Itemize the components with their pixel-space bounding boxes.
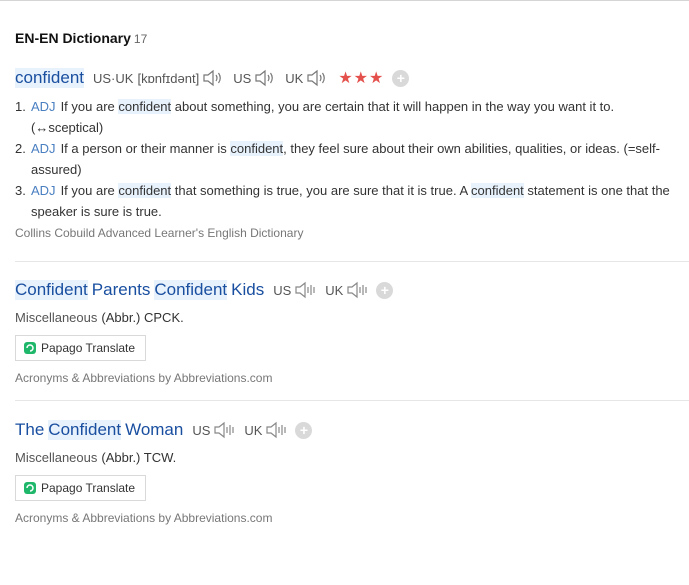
dictionary-source: Collins Cobuild Advanced Learner's Engli… xyxy=(15,226,304,240)
speaker-icon[interactable] xyxy=(265,421,287,439)
highlighted-word: confident xyxy=(230,141,284,156)
dictionary-source: Acronyms & Abbreviations by Abbreviation… xyxy=(15,371,273,385)
headword-link[interactable]: The Confident Woman xyxy=(15,420,183,440)
papago-wrapper: Papago Translate xyxy=(15,335,689,361)
headword-part: Kids xyxy=(231,280,265,299)
add-wordbook-button[interactable]: + xyxy=(392,69,410,87)
uk-label: UK xyxy=(325,282,344,298)
headword-text: confident xyxy=(15,68,84,88)
papago-label: Papago Translate xyxy=(41,341,136,355)
definition-text: If a person or their manner is xyxy=(60,141,231,156)
uk-label: UK xyxy=(285,70,304,86)
definition-text: If you are xyxy=(60,183,119,198)
entry-header: Confident Parents Confident Kids US UK + xyxy=(15,278,689,302)
dictionary-source: Acronyms & Abbreviations by Abbreviation… xyxy=(15,511,273,525)
abbreviation-line: Miscellaneous (Abbr.) CPCK. xyxy=(15,310,689,325)
sense-number: 2. xyxy=(15,141,26,156)
sense-number: 1. xyxy=(15,99,26,114)
abbreviation-text: (Abbr.) CPCK. xyxy=(101,310,184,325)
category-label: Miscellaneous xyxy=(15,450,98,465)
speaker-icon[interactable] xyxy=(213,421,235,439)
headword-part: Parents xyxy=(91,280,151,299)
top-divider xyxy=(0,0,689,1)
part-of-speech: ADJ xyxy=(31,183,56,198)
pronunciation-uk: UK xyxy=(285,69,328,87)
section-title-text: EN-EN Dictionary xyxy=(15,30,131,46)
papago-translate-button[interactable]: Papago Translate xyxy=(15,475,147,501)
sense-number: 3. xyxy=(15,183,26,198)
highlighted-word: confident xyxy=(471,183,524,198)
us-label: US xyxy=(192,422,211,438)
papago-wrapper: Papago Translate xyxy=(15,475,689,501)
entry-header: The Confident Woman US UK + xyxy=(15,418,689,442)
definition-text: that something is true, you are sure tha… xyxy=(171,183,472,198)
pronunciation-uk: UK xyxy=(325,281,368,299)
headword-link[interactable]: Confident Parents Confident Kids xyxy=(15,280,264,300)
papago-translate-button[interactable]: Papago Translate xyxy=(15,335,147,361)
papago-label: Papago Translate xyxy=(41,481,136,495)
us-uk-label: US·UK xyxy=(93,70,134,86)
uk-label: UK xyxy=(244,422,263,438)
definition-text: If you are xyxy=(60,99,119,114)
headword-link[interactable]: confident xyxy=(15,68,84,88)
add-wordbook-button[interactable]: + xyxy=(295,421,313,439)
part-of-speech: ADJ xyxy=(31,141,56,156)
add-wordbook-button[interactable]: + xyxy=(376,281,394,299)
part-of-speech: ADJ xyxy=(31,99,56,114)
entry-cpck: Confident Parents Confident Kids US UK +… xyxy=(15,278,689,385)
headword-part: Confident xyxy=(48,420,122,440)
importance-stars: ★★★ xyxy=(338,70,385,87)
section-title: EN-EN Dictionary 17 xyxy=(15,30,147,46)
pronunciation-us: US xyxy=(192,421,235,439)
us-label: US xyxy=(273,282,292,298)
headword-part: The xyxy=(15,420,45,439)
papago-icon xyxy=(24,482,36,494)
speaker-icon[interactable] xyxy=(254,69,276,87)
pronunciation-us: US xyxy=(273,281,316,299)
phonetic-text: [kɒnfɪdənt] xyxy=(137,70,200,86)
entry-divider xyxy=(15,400,689,401)
abbreviation-line: Miscellaneous (Abbr.) TCW. xyxy=(15,450,689,465)
headword-part: Woman xyxy=(125,420,184,439)
abbreviation-text: (Abbr.) TCW. xyxy=(101,450,177,465)
entry-tcw: The Confident Woman US UK + Miscellaneou… xyxy=(15,418,689,525)
us-label: US xyxy=(233,70,252,86)
pronunciation-uk: UK xyxy=(244,421,287,439)
sense-item: 1. ADJ If you are confident about somethi… xyxy=(15,96,689,138)
pronunciation-us: US xyxy=(233,69,276,87)
sense-list: 1. ADJ If you are confident about somethi… xyxy=(15,96,689,222)
highlighted-word: confident xyxy=(118,183,172,198)
headword-part: Confident xyxy=(154,280,228,300)
pronunciation-usuk: US·UK [kɒnfɪdənt] xyxy=(93,69,224,87)
papago-icon xyxy=(24,342,36,354)
speaker-icon[interactable] xyxy=(294,281,316,299)
speaker-icon[interactable] xyxy=(202,69,224,87)
entry-header: confident US·UK [kɒnfɪdənt] US UK ★★★ + xyxy=(15,66,689,90)
sense-item: 2. ADJ If a person or their manner is con… xyxy=(15,138,689,180)
entry-confident: confident US·UK [kɒnfɪdənt] US UK ★★★ + … xyxy=(15,66,689,240)
result-count: 17 xyxy=(133,32,148,46)
headword-part: Confident xyxy=(15,280,88,300)
speaker-icon[interactable] xyxy=(306,69,328,87)
category-label: Miscellaneous xyxy=(15,310,98,325)
highlighted-word: confident xyxy=(118,99,172,114)
sense-item: 3. ADJ If you are confident that somethin… xyxy=(15,180,689,222)
entry-divider xyxy=(15,261,689,262)
speaker-icon[interactable] xyxy=(346,281,368,299)
